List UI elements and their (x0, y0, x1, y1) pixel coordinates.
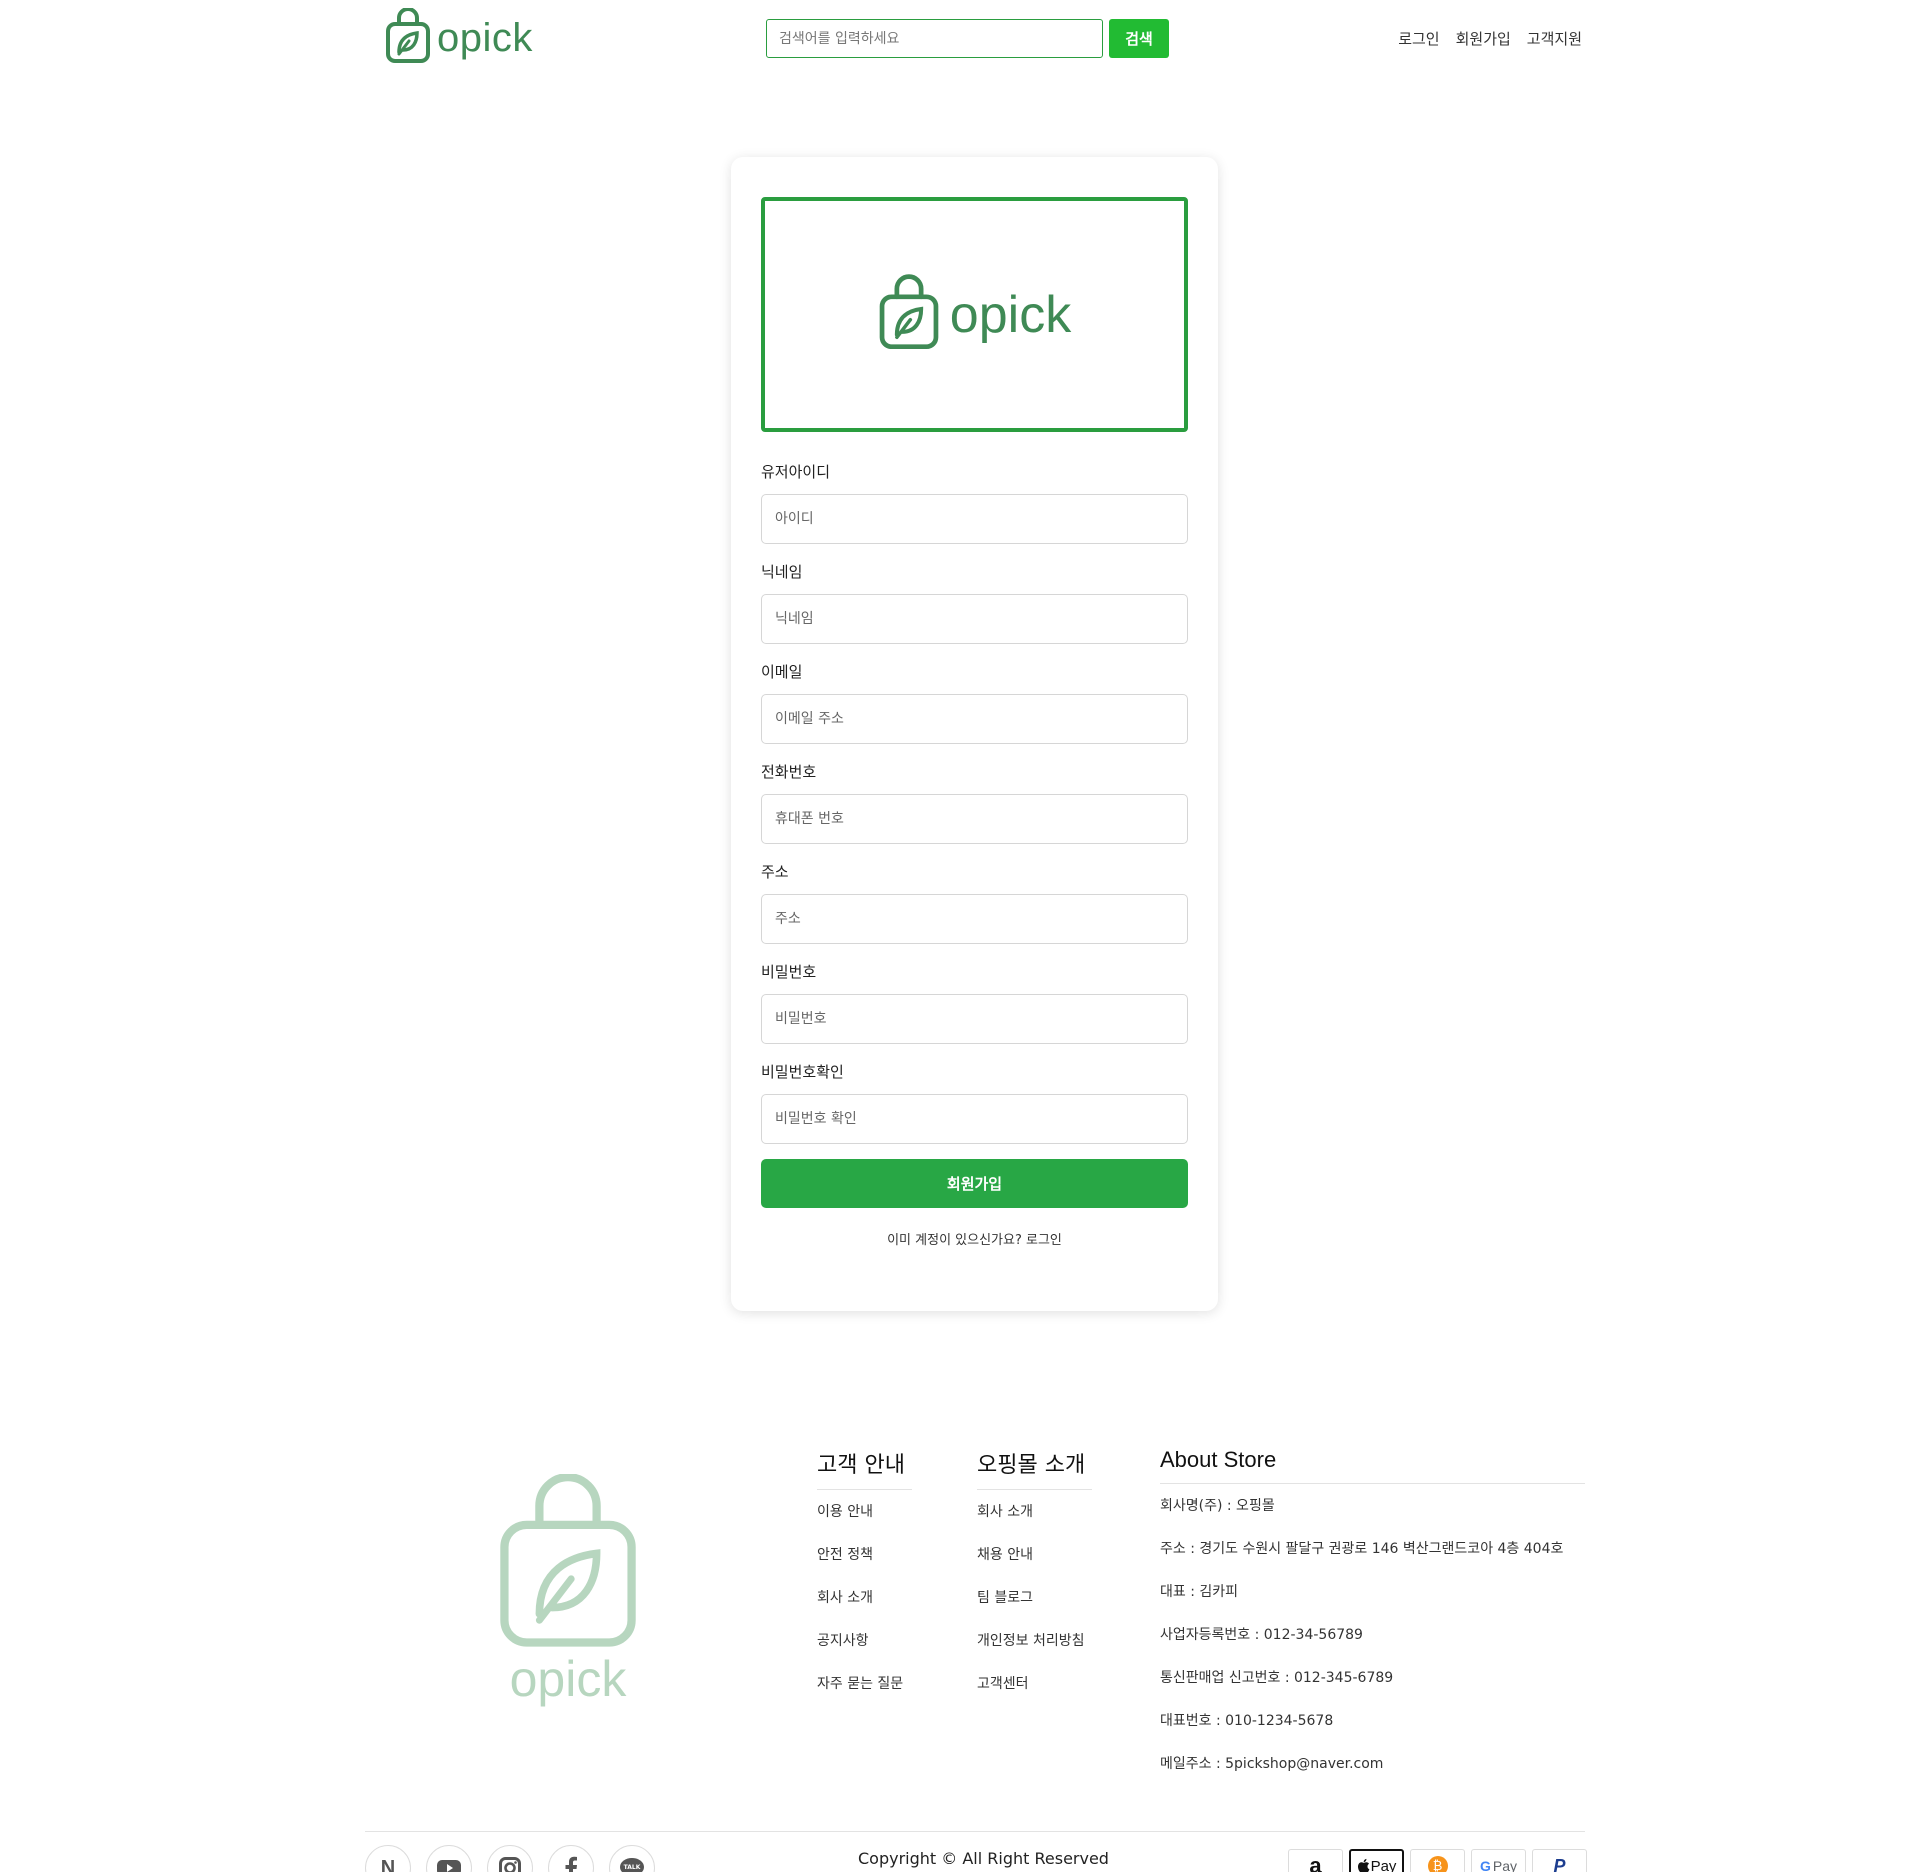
footer-link-company[interactable]: 회사 소개 (977, 1504, 1033, 1520)
password-field: 비밀번호 (761, 962, 1188, 1044)
paypal-icon: P (1532, 1849, 1587, 1872)
site-header: opick 검색 로그인 회원가입 고객지원 (0, 0, 1905, 80)
footer-link-customer-center[interactable]: 고객센터 (977, 1676, 1029, 1692)
nickname-field: 닉네임 (761, 562, 1188, 644)
kakao-glyph: TALK (623, 1863, 641, 1871)
password-confirm-input[interactable] (761, 1094, 1188, 1144)
store-info-email: 메일주소 : 5pickshop@naver.com (1160, 1756, 1384, 1772)
login-hint: 이미 계정이 있으신가요? 로그인 (731, 1229, 1218, 1248)
email-label: 이메일 (761, 663, 803, 681)
brand-wordmark: opick (949, 285, 1072, 344)
footer-link-faq[interactable]: 자주 묻는 질문 (817, 1676, 903, 1692)
signup-submit-button[interactable]: 회원가입 (761, 1159, 1188, 1208)
footer-link-notices[interactable]: 공지사항 (817, 1633, 869, 1649)
youtube-icon[interactable] (426, 1845, 472, 1872)
footer-column-mall-intro: 오핑몰 소개 회사 소개 채용 안내 팀 블로그 개인정보 처리방침 고객센터 (977, 1447, 1092, 1717)
footer-link-usage-guide[interactable]: 이용 안내 (817, 1504, 873, 1520)
footer-wordmark: opick (509, 1651, 627, 1707)
store-info-phone: 대표번호 : 010-1234-5678 (1160, 1713, 1334, 1729)
address-field: 주소 (761, 862, 1188, 944)
google-pay-text: Pay (1492, 1858, 1517, 1872)
facebook-icon[interactable] (548, 1845, 594, 1872)
store-info-ecommerce-number: 통신판매업 신고번호 : 012-345-6789 (1160, 1670, 1394, 1686)
shopping-bag-leaf-icon (494, 1473, 642, 1656)
footer-column-customer-guide: 고객 안내 이용 안내 안전 정책 회사 소개 공지사항 자주 묻는 질문 (817, 1447, 912, 1717)
bitcoin-glyph: ₿ (1432, 1859, 1443, 1872)
nav-signup-link[interactable]: 회원가입 (1456, 28, 1511, 49)
store-info-ceo: 대표 : 김카피 (1160, 1584, 1239, 1600)
password-input[interactable] (761, 994, 1188, 1044)
userid-input[interactable] (761, 494, 1188, 544)
search-bar: 검색 (766, 19, 1169, 58)
instagram-icon[interactable] (487, 1845, 533, 1872)
google-g-glyph: G (1479, 1858, 1491, 1872)
footer-logo: opick (493, 1473, 643, 1708)
footer-link-careers[interactable]: 채용 안내 (977, 1547, 1033, 1563)
footer-divider (365, 1831, 1585, 1832)
password-confirm-label: 비밀번호확인 (761, 1063, 844, 1081)
search-button[interactable]: 검색 (1109, 19, 1169, 58)
naver-glyph: N (380, 1856, 396, 1872)
footer-link-team-blog[interactable]: 팀 블로그 (977, 1590, 1033, 1606)
nickname-input[interactable] (761, 594, 1188, 644)
shopping-bag-leaf-icon (385, 7, 431, 68)
userid-label: 유저아이디 (761, 463, 831, 481)
header-logo[interactable]: opick (385, 7, 533, 68)
amazon-pay-icon: a (1288, 1849, 1343, 1872)
brand-banner: opick (761, 197, 1188, 432)
social-links: N TALK (365, 1845, 655, 1872)
footer-link-privacy-policy[interactable]: 개인정보 처리방침 (977, 1633, 1085, 1649)
phone-label: 전화번호 (761, 763, 817, 781)
top-nav: 로그인 회원가입 고객지원 (1398, 28, 1582, 49)
apple-logo-icon (1357, 1858, 1369, 1872)
store-info-address: 주소 : 경기도 수원시 팔달구 권광로 146 벽산그랜드코아 4층 404호 (1160, 1541, 1564, 1557)
footer-link-safety-policy[interactable]: 안전 정책 (817, 1547, 873, 1563)
apple-pay-icon: Pay (1349, 1849, 1404, 1872)
nav-login-link[interactable]: 로그인 (1398, 28, 1439, 49)
address-input[interactable] (761, 894, 1188, 944)
footer-column-title: About Store (1160, 1447, 1585, 1484)
bitcoin-badge: ₿ (1427, 1856, 1448, 1872)
footer-column-title: 고객 안내 (817, 1447, 912, 1490)
nickname-label: 닉네임 (761, 563, 803, 581)
nav-support-link[interactable]: 고객지원 (1527, 28, 1582, 49)
login-prompt-text: 이미 계정이 있으신가요? (887, 1233, 1022, 1248)
footer-link-company-intro[interactable]: 회사 소개 (817, 1590, 873, 1606)
apple-pay-text: Pay (1370, 1857, 1397, 1872)
address-label: 주소 (761, 863, 789, 881)
paypal-glyph: P (1553, 1855, 1566, 1872)
search-input[interactable] (766, 19, 1103, 58)
payment-methods: a Pay ₿ G Pay P (1288, 1849, 1587, 1872)
signup-card: opick 유저아이디 닉네임 이메일 전화번호 주소 비밀번호 비밀번호확인 … (731, 157, 1218, 1311)
copyright-text: Copyright © All Right Reserved (858, 1849, 1109, 1868)
footer-column-about-store: About Store 회사명(주) : 오핑몰 주소 : 경기도 수원시 팔달… (1160, 1447, 1585, 1797)
store-info-business-number: 사업자등록번호 : 012-34-56789 (1160, 1627, 1363, 1643)
store-info-company-name: 회사명(주) : 오핑몰 (1160, 1498, 1275, 1514)
footer-column-title: 오핑몰 소개 (977, 1447, 1092, 1490)
google-pay-icon: G Pay (1471, 1849, 1526, 1872)
email-input[interactable] (761, 694, 1188, 744)
password-confirm-field: 비밀번호확인 (761, 1062, 1188, 1144)
login-link[interactable]: 로그인 (1026, 1233, 1062, 1248)
userid-field: 유저아이디 (761, 462, 1188, 544)
phone-field: 전화번호 (761, 762, 1188, 844)
bitcoin-icon: ₿ (1410, 1849, 1465, 1872)
shopping-bag-leaf-icon (878, 273, 940, 356)
amazon-glyph: a (1309, 1853, 1322, 1872)
email-field: 이메일 (761, 662, 1188, 744)
logo-wordmark: opick (437, 15, 533, 60)
kakaotalk-icon[interactable]: TALK (609, 1845, 655, 1872)
naver-icon[interactable]: N (365, 1845, 411, 1872)
password-label: 비밀번호 (761, 963, 817, 981)
phone-input[interactable] (761, 794, 1188, 844)
